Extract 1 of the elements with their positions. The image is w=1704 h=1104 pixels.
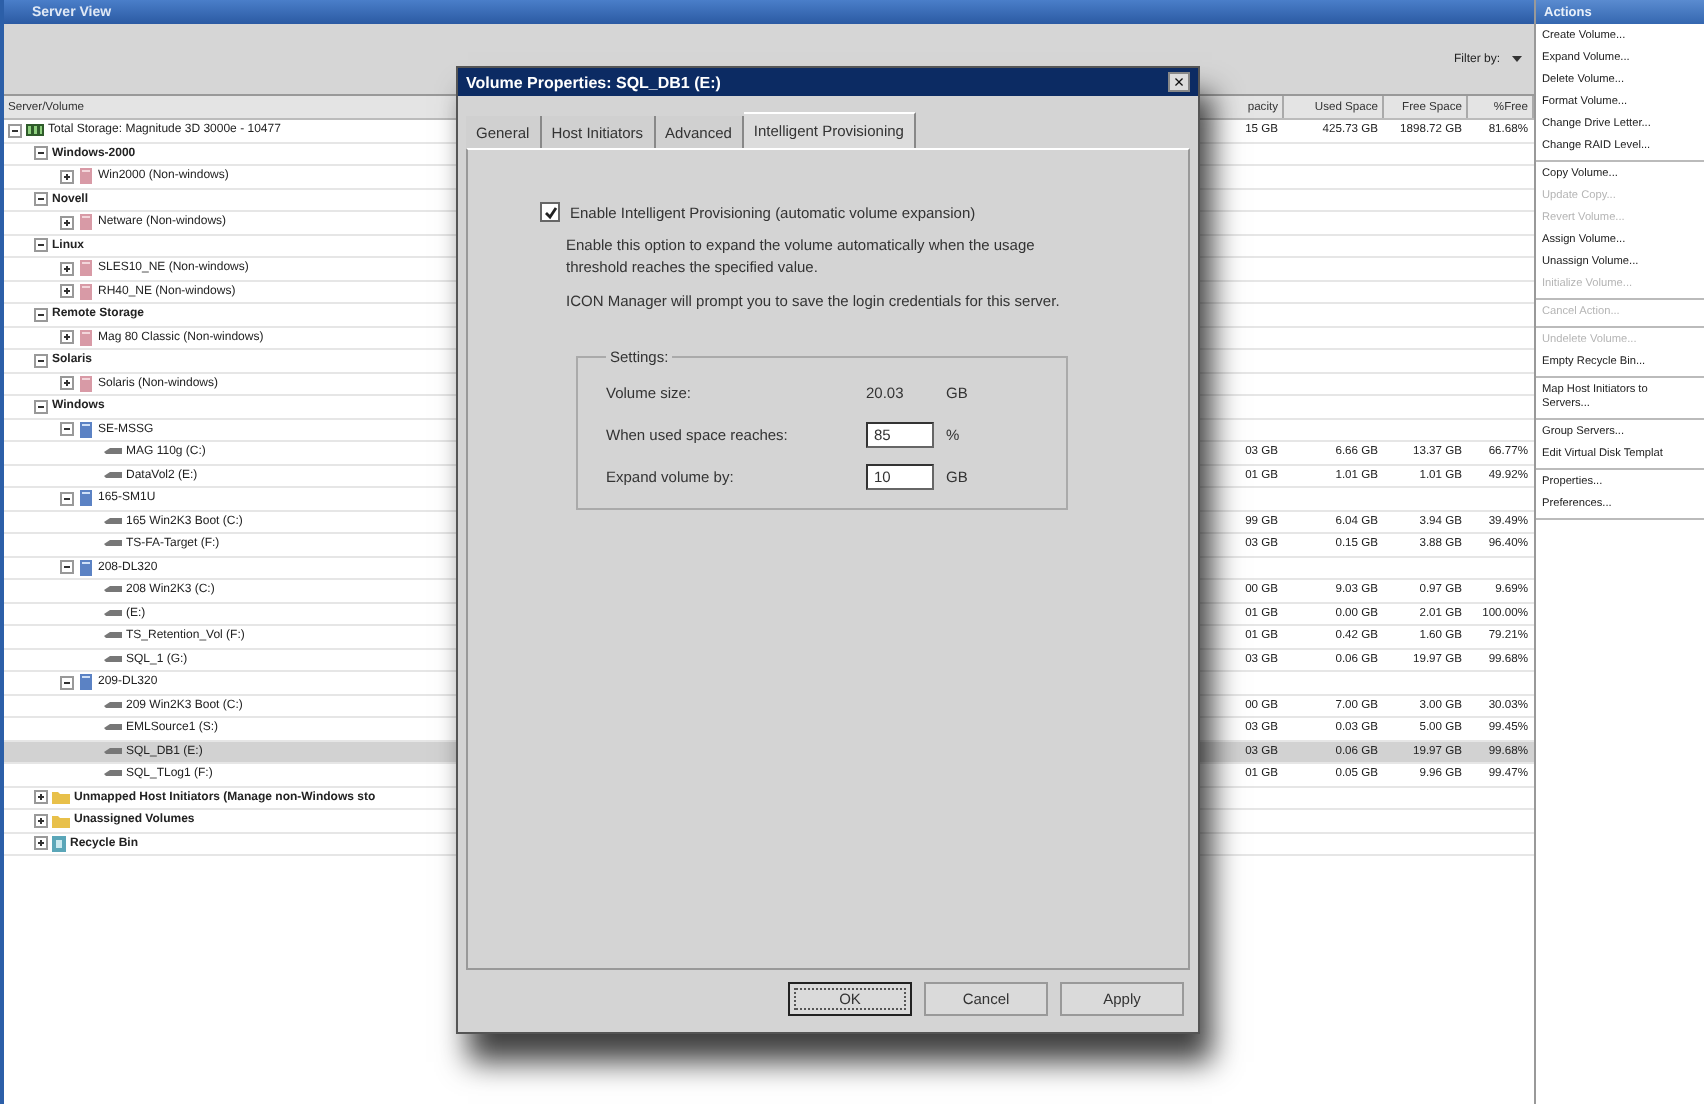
dialog-title: Volume Properties: SQL_DB1 (E:) bbox=[466, 73, 721, 91]
